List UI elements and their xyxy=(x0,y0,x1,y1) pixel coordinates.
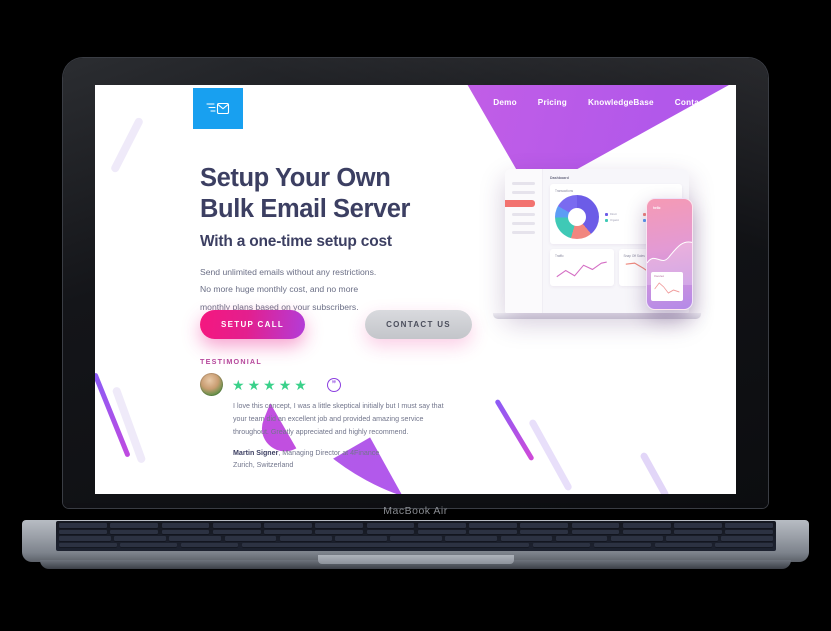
testimonial-author-location: Zurich, Switzerland xyxy=(233,461,294,470)
nav-item-demo[interactable]: Demo xyxy=(493,98,517,107)
keyboard-row xyxy=(56,529,776,535)
mockup-sidebar-item-active xyxy=(505,200,535,207)
hero-title-line-2: Bulk Email Server xyxy=(200,194,411,223)
testimonial-author-name: Martin Signer xyxy=(233,449,279,458)
mockup-sidebar-item xyxy=(512,191,535,194)
keyboard-row xyxy=(56,542,776,548)
hero-section: Setup Your Own Bulk Email Server With a … xyxy=(200,163,520,316)
laptop-mockup: How it works? Demo Pricing KnowledgeBase… xyxy=(0,0,831,631)
hero-subtitle: With a one-time setup cost xyxy=(200,233,392,251)
legend-item: Organic xyxy=(605,218,639,222)
mockup-phone-title: hello xyxy=(653,206,661,210)
star-icon: ★ xyxy=(247,376,262,393)
mockup-phone-card: Overview xyxy=(651,272,683,301)
nav-item-knowledgebase[interactable]: KnowledgeBase xyxy=(588,98,654,107)
testimonial-author: Martin Signer, Managing Director at 4Fin… xyxy=(233,447,560,471)
laptop-keyboard xyxy=(56,521,776,551)
hero-paragraph: Send unlimited emails without any restri… xyxy=(200,264,520,316)
phone-card-line-chart xyxy=(654,282,680,294)
hero-title: Setup Your Own Bulk Email Server xyxy=(200,163,520,224)
mockup-sidebar-item xyxy=(512,222,535,225)
mockup-phone: hello Overview xyxy=(646,198,693,310)
legend-label: Direct xyxy=(610,212,617,216)
mockup-laptop-base xyxy=(493,313,701,319)
hero-button-group: SETUP CALL CONTACT US xyxy=(200,310,472,339)
mockup-sidebar-item xyxy=(512,231,535,234)
star-icon: ★ xyxy=(232,376,246,393)
star-icon: ★ xyxy=(263,376,277,393)
contact-us-button[interactable]: CONTACT US xyxy=(365,310,472,339)
hero-paragraph-line-2: No more huge monthly cost, and no more xyxy=(200,284,359,295)
mockup-traffic-card: Traffic xyxy=(550,249,614,286)
quote-mark-icon: ” xyxy=(326,377,341,392)
mockup-sidebar-item xyxy=(512,182,535,185)
main-navigation: How it works? Demo Pricing KnowledgeBase… xyxy=(414,98,720,107)
legend-item: Direct xyxy=(605,212,639,216)
mockup-sidebar-item xyxy=(512,213,535,216)
website-page: How it works? Demo Pricing KnowledgeBase… xyxy=(95,85,736,494)
send-email-icon xyxy=(206,102,230,114)
testimonial-quote-line-2: your team did an excellent job and provi… xyxy=(233,415,424,424)
testimonial-quote-line-3: throughout. Greatly appreciated and high… xyxy=(233,428,409,437)
screenshot-stage: How it works? Demo Pricing KnowledgeBase… xyxy=(0,0,831,631)
laptop-screen: How it works? Demo Pricing KnowledgeBase… xyxy=(95,85,736,494)
traffic-line-chart xyxy=(556,261,607,278)
device-brand-label: MacBook Air xyxy=(383,505,448,517)
star-rating: ★ ★ ★ ★ ★ xyxy=(232,378,308,392)
laptop-trackpad xyxy=(318,555,514,564)
product-mockup: Dashboard Transactions Direct Referral O… xyxy=(493,169,719,359)
nav-item-how-it-works[interactable]: How it works? xyxy=(414,98,472,107)
avatar xyxy=(200,373,223,396)
donut-chart xyxy=(555,195,599,239)
mockup-dashboard-title: Dashboard xyxy=(550,176,569,180)
nav-item-pricing[interactable]: Pricing xyxy=(538,98,567,107)
keyboard-row xyxy=(56,536,776,541)
setup-call-button[interactable]: SETUP CALL xyxy=(200,310,306,339)
keyboard-row xyxy=(56,523,776,528)
hero-title-line-1: Setup Your Own xyxy=(200,164,391,192)
testimonial-section: TESTIMONIAL ★ ★ ★ ★ ★ ” I love this conc… xyxy=(200,357,560,471)
mockup-traffic-title: Traffic xyxy=(555,254,564,258)
star-icon: ★ xyxy=(294,376,308,393)
mockup-donut-card-title: Transactions xyxy=(555,189,574,193)
nav-item-contact-us[interactable]: Contact Us xyxy=(675,98,720,107)
testimonial-quote-line-1: I love this concept, I was a little skep… xyxy=(233,402,444,410)
star-icon: ★ xyxy=(278,376,293,393)
mockup-sidebar xyxy=(505,169,543,313)
testimonial-header: ★ ★ ★ ★ ★ ” xyxy=(200,373,560,396)
hero-paragraph-line-1: Send unlimited emails without any restri… xyxy=(200,267,377,278)
site-logo[interactable] xyxy=(193,88,243,129)
testimonial-quote: I love this concept, I was a little skep… xyxy=(233,400,560,439)
legend-label: Organic xyxy=(610,218,620,222)
testimonial-author-role: , Managing Director at 4Finance xyxy=(278,449,380,458)
